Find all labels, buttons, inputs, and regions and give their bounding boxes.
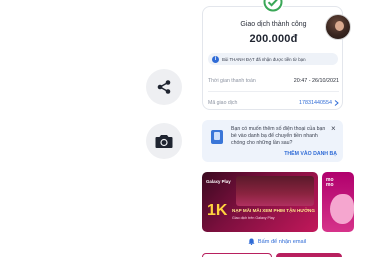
primary-button[interactable] [276, 253, 342, 257]
banner-subline: Giao dịch trên Galaxy Play [232, 216, 275, 220]
receipt-title: Giao dịch thành công [240, 21, 307, 28]
close-icon[interactable]: × [331, 124, 336, 133]
recipient-note-text: Bùi THANH ĐẠT đã nhận được tiền từ bạn [222, 56, 306, 62]
banner-image [236, 176, 314, 206]
secondary-button[interactable] [202, 253, 272, 257]
banner-image [330, 194, 354, 224]
chevron-right-icon [334, 100, 339, 106]
email-notify-label: Bấm để nhận email [257, 238, 307, 245]
transaction-code-value: 17831440554 [299, 100, 332, 106]
side-promo-banner[interactable]: mo mo [322, 172, 354, 232]
share-icon [157, 80, 171, 94]
avatar[interactable] [325, 14, 351, 40]
avatar-face [335, 21, 344, 31]
receipt-card: Giao dịch thành công 200.000đ i Bùi THAN… [202, 6, 343, 110]
info-icon: i [212, 55, 219, 63]
camera-icon [155, 135, 173, 148]
add-contact-card: Bạn có muốn thêm số điện thoại của bạn b… [202, 120, 343, 162]
share-button[interactable] [146, 69, 182, 105]
transaction-code-row[interactable]: Mã giao dịch 17831440554 [208, 100, 339, 106]
momo-logo: mo mo [326, 177, 334, 189]
banner-headline: NẠP MÃI MÃI XEM PHIM TẬN HƯỞNG [232, 208, 315, 213]
bell-icon [248, 238, 255, 245]
promo-banner[interactable]: Galaxy Play 1K NẠP MÃI MÃI XEM PHIM TẬN … [202, 172, 318, 232]
contacts-icon [211, 130, 223, 144]
receipt-amount: 200.000đ [249, 33, 298, 45]
banner-brand: Galaxy Play [206, 179, 231, 184]
recipient-note: i Bùi THANH ĐẠT đã nhận được tiền từ bạn [208, 53, 338, 65]
banner-percent: 1K [207, 202, 228, 219]
payment-time-label: Thời gian thanh toán [208, 78, 256, 84]
transaction-code-label: Mã giao dịch [208, 100, 238, 106]
add-contact-message: Bạn có muốn thêm số điện thoại của bạn b… [231, 126, 326, 146]
email-notify-link[interactable]: Bấm để nhận email [202, 238, 352, 245]
payment-time-value: 20:47 - 26/10/2021 [293, 78, 339, 84]
divider [208, 91, 339, 92]
success-badge [262, 0, 284, 13]
payment-time-row: Thời gian thanh toán 20:47 - 26/10/2021 [208, 78, 339, 84]
transaction-code-value-wrap[interactable]: 17831440554 [299, 100, 339, 106]
add-to-contacts-button[interactable]: THÊM VÀO DANH BẠ [284, 151, 337, 157]
check-circle-icon [263, 0, 283, 12]
camera-button[interactable] [146, 123, 182, 159]
